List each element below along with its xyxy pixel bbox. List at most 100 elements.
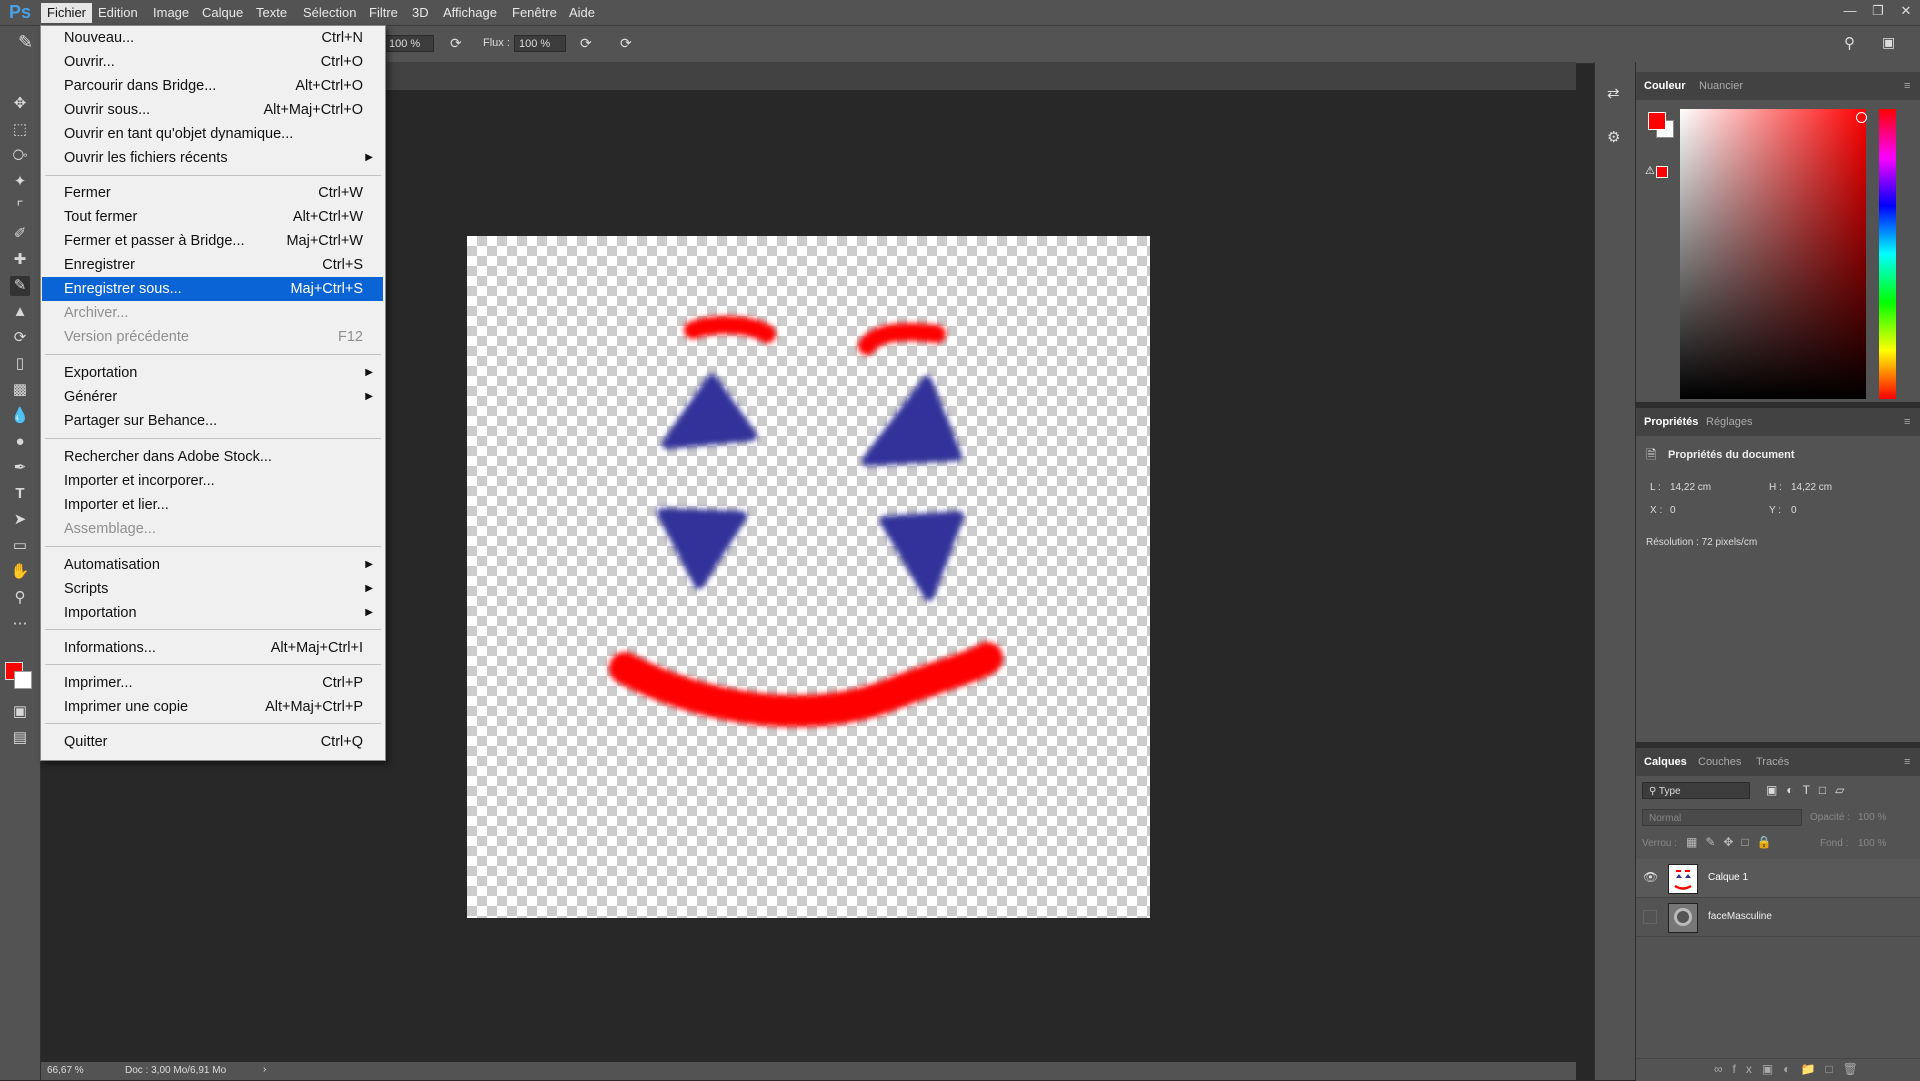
panel-menu-icon[interactable]: ≡: [1904, 756, 1910, 768]
status-arrow-icon[interactable]: ›: [263, 1064, 266, 1075]
menu-item-ouvrir-sous[interactable]: Ouvrir sous... Alt+Maj+Ctrl+O: [42, 98, 383, 122]
menu-3d[interactable]: 3D: [412, 5, 429, 20]
menu-fenetre[interactable]: Fenêtre: [512, 5, 557, 20]
dodge-tool-icon[interactable]: ●: [10, 432, 30, 452]
menu-item-parcourir-bridge[interactable]: Parcourir dans Bridge... Alt+Ctrl+O: [42, 74, 383, 98]
visibility-toggle-off[interactable]: [1643, 910, 1657, 924]
menu-affichage[interactable]: Affichage: [443, 5, 497, 20]
brush-tool-icon[interactable]: ✎: [10, 276, 30, 296]
zoom-level[interactable]: 66,67 %: [47, 1065, 84, 1076]
menu-item-ouvrir-objet-dynamique[interactable]: Ouvrir en tant qu'objet dynamique...: [42, 122, 383, 146]
menu-item-scripts[interactable]: Scripts ▶: [42, 577, 383, 601]
marquee-tool-icon[interactable]: ⬚: [10, 120, 30, 140]
healing-tool-icon[interactable]: ✚: [10, 250, 30, 270]
tab-couleur[interactable]: Couleur: [1644, 80, 1686, 92]
menu-item-generer[interactable]: Générer ▶: [42, 385, 383, 409]
menu-item-fermer[interactable]: Fermer Ctrl+W: [42, 181, 383, 205]
gamut-color-swatch[interactable]: [1656, 166, 1668, 178]
layer-filter-select[interactable]: ⚲ Type: [1642, 782, 1750, 799]
menu-fichier[interactable]: Fichier: [41, 3, 93, 23]
stamp-tool-icon[interactable]: ▲: [10, 302, 30, 322]
height-value[interactable]: 14,22 cm: [1791, 482, 1832, 493]
eyedropper-tool-icon[interactable]: ✐: [10, 224, 30, 244]
gradient-tool-icon[interactable]: ▩: [10, 380, 30, 400]
color-field[interactable]: [1680, 109, 1866, 399]
layer-row-facemasculine[interactable]: faceMasculine: [1636, 898, 1920, 937]
opacity-field[interactable]: 100 %: [384, 35, 434, 52]
menu-item-nouveau[interactable]: Nouveau... Ctrl+N: [42, 26, 383, 50]
layer-name[interactable]: Calque 1: [1708, 872, 1748, 883]
background-color-swatch[interactable]: [14, 671, 32, 689]
layer-row-calque-1[interactable]: 👁 Calque 1: [1636, 859, 1920, 898]
magic-wand-tool-icon[interactable]: ✦: [10, 172, 30, 192]
menu-item-ouvrir[interactable]: Ouvrir... Ctrl+O: [42, 50, 383, 74]
quick-mask-icon[interactable]: ▣: [10, 702, 30, 722]
menu-item-informations[interactable]: Informations... Alt+Maj+Ctrl+I: [42, 636, 383, 660]
restore-icon[interactable]: ❐: [1864, 0, 1892, 22]
opacity-value[interactable]: 100 %: [1858, 812, 1886, 823]
panel-menu-icon[interactable]: ≡: [1904, 80, 1910, 92]
minimize-icon[interactable]: —: [1836, 0, 1864, 22]
properties-panel-icon[interactable]: ⚙: [1607, 128, 1620, 146]
menu-edition[interactable]: Edition: [98, 5, 138, 20]
tab-reglages[interactable]: Réglages: [1706, 416, 1752, 428]
hue-slider[interactable]: [1879, 109, 1896, 399]
layer-name[interactable]: faceMasculine: [1708, 911, 1772, 922]
width-value[interactable]: 14,22 cm: [1670, 482, 1711, 493]
history-panel-icon[interactable]: ⇄: [1607, 84, 1620, 102]
lock-icons[interactable]: ▦✎✥□🔒: [1686, 835, 1780, 849]
fill-value[interactable]: 100 %: [1858, 838, 1886, 849]
path-selection-tool-icon[interactable]: ➤: [10, 510, 30, 530]
pen-tool-icon[interactable]: ✒: [10, 458, 30, 478]
eraser-tool-icon[interactable]: ▯: [10, 354, 30, 374]
zoom-tool-icon[interactable]: ⚲: [10, 588, 30, 608]
menu-item-fermer-bridge[interactable]: Fermer et passer à Bridge... Maj+Ctrl+W: [42, 229, 383, 253]
lasso-tool-icon[interactable]: ⧂: [10, 146, 30, 166]
panel-menu-icon[interactable]: ≡: [1904, 416, 1910, 428]
menu-item-enregistrer[interactable]: Enregistrer Ctrl+S: [42, 253, 383, 277]
menu-texte[interactable]: Texte: [256, 5, 287, 20]
brush-tool-icon[interactable]: ✎: [18, 32, 33, 53]
x-value[interactable]: 0: [1670, 505, 1676, 516]
menu-item-imprimer-copie[interactable]: Imprimer une copie Alt+Maj+Ctrl+P: [42, 695, 383, 719]
menu-item-importer-lier[interactable]: Importer et lier...: [42, 493, 383, 517]
color-picker-handle[interactable]: [1856, 112, 1867, 123]
menu-calque[interactable]: Calque: [202, 5, 243, 20]
menu-item-importation[interactable]: Importation ▶: [42, 601, 383, 625]
layer-filter-icons[interactable]: ▣◐T□▱: [1766, 783, 1853, 797]
menu-item-fichiers-recents[interactable]: Ouvrir les fichiers récents ▶: [42, 146, 383, 170]
tab-proprietes[interactable]: Propriétés: [1644, 416, 1698, 428]
menu-item-exportation[interactable]: Exportation ▶: [42, 361, 383, 385]
tab-traces[interactable]: Tracés: [1756, 756, 1789, 768]
menu-item-quitter[interactable]: Quitter Ctrl+Q: [42, 730, 383, 754]
rectangle-tool-icon[interactable]: ▭: [10, 536, 30, 556]
close-icon[interactable]: ✕: [1892, 0, 1920, 22]
menu-item-rechercher-adobe-stock[interactable]: Rechercher dans Adobe Stock...: [42, 445, 383, 469]
pressure-opacity-icon[interactable]: ⟳: [450, 35, 462, 52]
layer-actions-icons[interactable]: ∞fx▣◐📁□🗑: [1714, 1062, 1868, 1076]
move-tool-icon[interactable]: ✥: [10, 94, 30, 114]
crop-tool-icon[interactable]: ⌜: [10, 198, 30, 218]
visibility-eye-icon[interactable]: 👁: [1643, 870, 1658, 884]
canvas[interactable]: [467, 236, 1150, 918]
search-icon[interactable]: ⚲: [1844, 34, 1855, 52]
pressure-size-icon[interactable]: ⟳: [620, 35, 632, 52]
menu-aide[interactable]: Aide: [569, 5, 595, 20]
menu-item-imprimer[interactable]: Imprimer... Ctrl+P: [42, 671, 383, 695]
color-foreground-swatch[interactable]: [1648, 112, 1666, 130]
tab-couches[interactable]: Couches: [1698, 756, 1741, 768]
blend-mode-select[interactable]: Normal: [1642, 809, 1802, 826]
menu-item-importer-incorporer[interactable]: Importer et incorporer...: [42, 469, 383, 493]
screen-mode-icon[interactable]: ▤: [10, 728, 30, 748]
blur-tool-icon[interactable]: 💧: [10, 406, 30, 426]
workspace-icon[interactable]: ▣: [1882, 34, 1895, 51]
tab-nuancier[interactable]: Nuancier: [1699, 80, 1743, 92]
menu-item-tout-fermer[interactable]: Tout fermer Alt+Ctrl+W: [42, 205, 383, 229]
history-brush-tool-icon[interactable]: ⟳: [10, 328, 30, 348]
menu-selection[interactable]: Sélection: [303, 5, 356, 20]
more-tools-icon[interactable]: ⋯: [10, 614, 30, 634]
airbrush-icon[interactable]: ⟳: [580, 35, 592, 52]
menu-filtre[interactable]: Filtre: [369, 5, 398, 20]
menu-item-automatisation[interactable]: Automatisation ▶: [42, 553, 383, 577]
tab-calques[interactable]: Calques: [1644, 756, 1687, 768]
